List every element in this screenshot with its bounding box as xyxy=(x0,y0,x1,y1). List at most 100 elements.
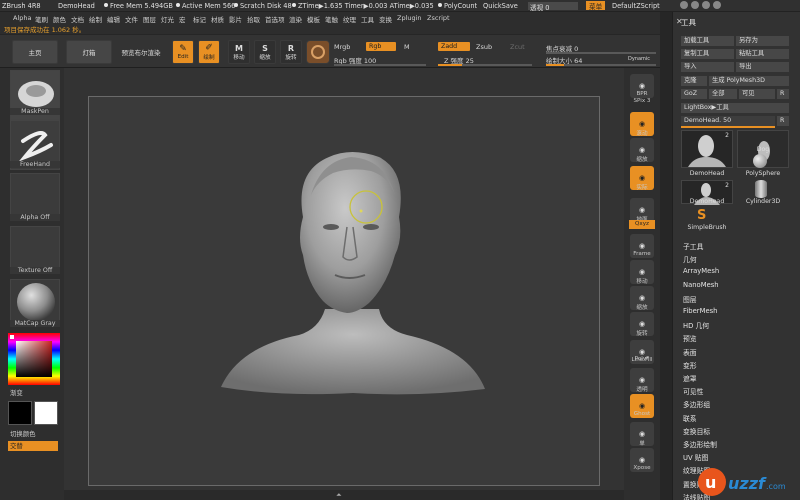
secondary-color-swatch[interactable] xyxy=(34,401,58,425)
copy-tool-button[interactable]: 复制工具 xyxy=(681,49,734,59)
subpalette-item-9[interactable]: 变形 xyxy=(683,360,697,370)
goz-visible-button[interactable]: 可见 xyxy=(739,89,775,99)
polysphere-thumb-icon[interactable] xyxy=(753,154,767,168)
subpalette-item-5[interactable]: FiberMesh xyxy=(683,307,718,315)
material-swatch-icon[interactable] xyxy=(306,40,330,64)
collapse-arrow-icon[interactable]: ⏶ xyxy=(336,491,342,500)
menu-item-21[interactable]: Zplugin xyxy=(397,14,422,22)
subpalette-item-3[interactable]: NanoMesh xyxy=(683,281,719,289)
subpalette-item-11[interactable]: 可见性 xyxy=(683,386,703,396)
move-icon: ◉ xyxy=(638,268,646,276)
subpalette-item-16[interactable]: UV 贴图 xyxy=(683,452,708,462)
focal-shift-track[interactable] xyxy=(546,52,656,54)
gradient-label[interactable]: 渐变 xyxy=(10,388,23,397)
top-toolbar: 主页 灯箱 预览布尔渲染 ✎ Edit ✐ 绘制 M 移动 S 缩放 R 旋转 Mrgb … xyxy=(0,34,670,68)
menus-button[interactable]: 菜单 xyxy=(586,1,606,11)
preview-bpr-button[interactable]: 预览布尔渲染 xyxy=(116,40,166,64)
zadd-toggle[interactable]: Zadd xyxy=(438,42,470,51)
mrgb-toggle[interactable]: Mrgb xyxy=(334,43,350,51)
subpalette-item-4[interactable]: 图层 xyxy=(683,294,697,304)
menu-item-22[interactable]: Zscript xyxy=(427,14,450,22)
simplebrush-icon[interactable]: S xyxy=(697,208,706,223)
dock-frame-label: Frame xyxy=(633,251,651,257)
import-button[interactable]: 导入 xyxy=(681,62,734,72)
export-button[interactable]: 导出 xyxy=(736,62,789,72)
current-tool-r-button[interactable]: R xyxy=(777,116,789,126)
make-polymesh-button[interactable]: 生成 PolyMesh3D xyxy=(709,76,789,86)
paste-tool-button[interactable]: 粘贴工具 xyxy=(736,49,789,59)
rotate-button[interactable]: R 旋转 xyxy=(280,40,302,64)
color-picker[interactable] xyxy=(8,333,60,385)
material-thumbnail[interactable] xyxy=(10,279,60,325)
default-zscript[interactable]: DefaultZScript xyxy=(612,2,660,10)
dynamic-toggle[interactable]: Dynamic xyxy=(628,56,650,62)
zsub-toggle[interactable]: Zsub xyxy=(476,43,492,51)
main-color-swatch[interactable] xyxy=(8,401,32,425)
subpalette-item-10[interactable]: 遮罩 xyxy=(683,373,697,383)
right-dock: ◉BPRSPix 3◉滚动◉缩放◉实际◉地面Qxyz◉Frame◉移动◉缩放◉旋… xyxy=(624,68,660,500)
panel-gutter xyxy=(660,12,672,500)
tool-palette: ✕ 工具 加载工具 另存为 复制工具 粘贴工具 导入 导出 克隆 生成 Poly… xyxy=(672,12,800,500)
clone-button[interactable]: 克隆 xyxy=(681,76,707,86)
dock-xyz-toggle[interactable]: Qxyz xyxy=(629,220,655,229)
demo-head-model[interactable] xyxy=(89,97,601,487)
app-name: ZBrush 4R8 xyxy=(2,2,41,10)
dock-scale-label: 缩放 xyxy=(636,305,648,311)
draw-icon: ✐ xyxy=(205,43,213,53)
move-icon: M xyxy=(235,43,243,53)
dock-zoom-label: 缩放 xyxy=(636,157,648,163)
subpalette-item-2[interactable]: ArrayMesh xyxy=(683,267,719,275)
document-canvas[interactable] xyxy=(88,96,600,486)
subpalette-item-0[interactable]: 子工具 xyxy=(683,241,703,251)
draw-button[interactable]: ✐ 绘制 xyxy=(198,40,220,64)
alpha-thumbnail[interactable] xyxy=(10,173,60,219)
scale-button[interactable]: S 缩放 xyxy=(254,40,276,64)
m-toggle[interactable]: M xyxy=(404,43,410,51)
rgb-toggle[interactable]: Rgb xyxy=(366,42,396,51)
switch-color-button[interactable]: 切换颜色 xyxy=(10,429,36,438)
alternate-button[interactable]: 交替 xyxy=(8,441,58,451)
subpalette-item-14[interactable]: 变换目标 xyxy=(683,426,710,436)
ghost-icon: ◉ xyxy=(638,402,646,410)
save-as-button[interactable]: 另存为 xyxy=(736,36,789,46)
active-mem: Active Mem 566 xyxy=(176,2,235,10)
goz-r-button[interactable]: R xyxy=(777,89,789,99)
canvas-bottom-bar: ⏶ xyxy=(64,490,624,500)
rotate-icon: R xyxy=(287,43,295,53)
lightbox-tools-button[interactable]: LightBox▶工具 xyxy=(681,103,789,113)
window-controls[interactable] xyxy=(680,1,721,11)
transparency-slider[interactable]: 透视 0 xyxy=(528,2,578,12)
scratch-disk: Scratch Disk 48 xyxy=(234,2,292,10)
alpha-label: Alpha Off xyxy=(10,214,60,221)
texture-thumbnail[interactable] xyxy=(10,226,60,272)
dock-scroll-label: 滚动 xyxy=(636,131,648,137)
load-tool-button[interactable]: 加载工具 xyxy=(681,36,734,46)
tool-palette-header[interactable]: ✕ 工具 xyxy=(673,16,800,28)
subpalette-item-1[interactable]: 几何 xyxy=(683,254,697,264)
subpalette-item-13[interactable]: 联系 xyxy=(683,413,697,423)
zcut-toggle[interactable]: Zcut xyxy=(510,43,525,51)
floor-icon: ◉ xyxy=(638,206,646,214)
bpr-icon: ◉ xyxy=(638,82,646,90)
subpalette-item-7[interactable]: 预览 xyxy=(683,333,697,343)
subpalette-item-15[interactable]: 多边形绘制 xyxy=(683,439,717,449)
tool-tile-demohead-main[interactable]: 2 xyxy=(681,130,733,168)
edit-button[interactable]: ✎ Edit xyxy=(172,40,194,64)
lightbox-button[interactable]: 灯箱 xyxy=(66,40,112,64)
solo-icon: ◉ xyxy=(638,430,646,438)
home-button[interactable]: 主页 xyxy=(12,40,58,64)
quicksave-button[interactable]: QuickSave xyxy=(483,2,518,10)
current-tool-slider[interactable]: DemoHead. 50 xyxy=(681,116,775,126)
goz-button[interactable]: GoZ xyxy=(681,89,707,99)
cylinder-thumb-icon[interactable] xyxy=(755,180,767,198)
subpalette-item-8[interactable]: 表面 xyxy=(683,347,697,357)
menu-item-0[interactable]: Alpha xyxy=(13,14,31,22)
subpalette-item-6[interactable]: HD 几何 xyxy=(683,320,709,330)
goz-all-button[interactable]: 全部 xyxy=(709,89,737,99)
svg-text:.com: .com xyxy=(766,482,786,491)
scroll-icon: ◉ xyxy=(638,120,646,128)
move-button[interactable]: M 移动 xyxy=(228,40,250,64)
rgb-intensity-track[interactable] xyxy=(334,64,426,66)
subpalette-item-12[interactable]: 多边形组 xyxy=(683,399,710,409)
watermark-logo: u uzzf .com xyxy=(694,462,800,500)
